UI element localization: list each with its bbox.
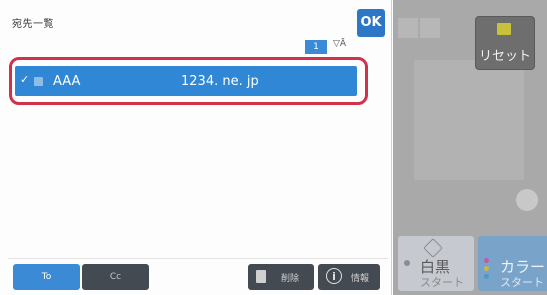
check-icon: ✓ [20,73,30,86]
info-icon: i [326,268,342,284]
entry-name: AAA [53,74,81,89]
screen: リセット 白黒 スタート カラー スタート 宛先一覧 OK 1 ▽Ā ✓ AAA… [0,0,547,295]
reset-button[interactable]: リセット [475,16,535,70]
list-item[interactable]: ✓ AAA 1234. ne. jp [15,66,357,96]
info-button[interactable]: i 情報 [318,264,380,290]
cc-tab-button[interactable]: Cc [82,264,149,290]
color-sub-label: スタート [500,276,544,289]
sort-icon[interactable]: ▽Ā [333,39,346,49]
dimmed-preview-panel [414,60,524,180]
dimmed-icon [420,18,440,38]
divider [8,258,388,259]
delete-button[interactable]: 削除 [248,264,314,290]
color-dot-icon [484,266,489,271]
delete-label: 削除 [281,274,300,284]
pencil-icon [497,23,511,35]
reset-label: リセット [478,49,531,64]
ok-button[interactable]: OK [357,9,385,37]
to-tab-button[interactable]: To [13,264,80,290]
dimmed-icon [398,18,418,38]
color-start-button[interactable]: カラー スタート [478,236,547,291]
color-dot-icon [484,274,489,279]
info-label: 情報 [351,274,370,284]
mono-sub-label: スタート [420,276,464,289]
entry-address: 1234. ne. jp [181,74,259,89]
trash-icon [256,270,266,283]
mono-dot-icon [404,260,410,266]
page-number[interactable]: 1 [305,40,327,54]
destination-list-dialog: 宛先一覧 OK 1 ▽Ā ✓ AAA 1234. ne. jp To Cc 削除… [0,0,392,295]
entry-type-icon [34,77,43,86]
diamond-start-icon [423,238,443,258]
dialog-title: 宛先一覧 [12,19,54,30]
dimmed-circle-button [516,189,538,211]
mono-start-button[interactable]: 白黒 スタート [398,236,474,291]
color-dot-icon [484,258,489,263]
